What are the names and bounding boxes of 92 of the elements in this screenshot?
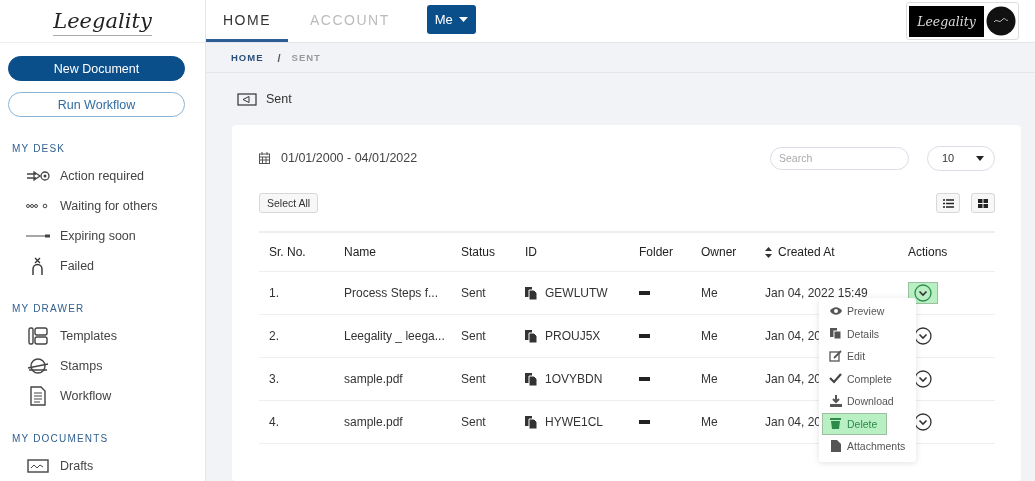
chevron-circle-icon — [914, 327, 932, 345]
breadcrumb-link[interactable]: HOME — [231, 52, 264, 63]
round-logo-icon — [986, 6, 1016, 36]
menu-item[interactable]: Attachments — [822, 435, 913, 458]
list-view-button[interactable] — [936, 193, 960, 213]
sidebar-item[interactable]: Templates — [60, 329, 117, 343]
file-icon — [829, 439, 843, 453]
document-name[interactable]: sample.pdf — [334, 372, 403, 386]
logo: Leegality — [53, 6, 152, 36]
new-document-button[interactable]: New Document — [8, 56, 185, 81]
user-menu-button[interactable]: Me — [426, 5, 476, 34]
chevron-circle-icon — [914, 284, 932, 302]
column-header: ID — [525, 245, 537, 259]
document-name[interactable]: Process Steps f... — [334, 286, 439, 300]
grid-icon — [978, 198, 988, 208]
table-cell-text: Me — [700, 372, 718, 386]
copy-icon — [525, 372, 537, 386]
table-cell-text: Jan 04, 2022 15:49 — [764, 286, 868, 300]
sidebar-item[interactable]: Waiting for others — [60, 199, 158, 213]
copy-icon — [525, 329, 537, 343]
table-cell: PROUJ5X — [545, 329, 601, 343]
menu-item[interactable]: Details — [822, 322, 887, 345]
edit-icon — [829, 349, 843, 363]
dash-icon — [639, 291, 650, 295]
search-field[interactable]: Search — [770, 146, 909, 170]
menu-item[interactable]: Delete — [822, 412, 888, 435]
column-header: Sr. No. — [269, 245, 306, 259]
sidebar-item[interactable]: Drafts — [60, 459, 94, 473]
caret-icon — [976, 155, 984, 161]
table-cell: GEWLUTW — [545, 286, 608, 300]
eye-icon — [829, 304, 843, 318]
sidebar-item[interactable]: Failed — [60, 259, 95, 273]
run-workflow-button[interactable]: Run Workflow — [8, 92, 185, 117]
section-heading: MY DOCUMENTS — [11, 432, 110, 444]
table-cell-text: 1. — [268, 286, 279, 300]
table-cell: 1OVYBDN — [545, 372, 603, 386]
table-cell-text: Me — [700, 415, 718, 429]
dash-icon — [639, 377, 650, 381]
nav-tab[interactable]: HOME — [206, 0, 288, 42]
column-header: Name — [344, 245, 376, 259]
sidebar-item[interactable]: Workflow — [60, 389, 112, 403]
check-icon — [829, 372, 843, 386]
section-heading: MY DRAWER — [11, 302, 86, 314]
sidebar-item[interactable]: Action required — [60, 169, 145, 183]
table-cell-text: Sent — [460, 329, 486, 343]
chevron-circle-icon — [914, 413, 932, 431]
table-cell-text: Me — [700, 286, 718, 300]
sent-icon — [237, 92, 257, 106]
date-range[interactable]: 01/01/2000 - 04/01/2022 — [281, 151, 418, 165]
column-header: Status — [461, 245, 496, 259]
copy-icon — [525, 286, 537, 300]
document-name[interactable]: sample.pdf — [334, 415, 403, 429]
dash-icon — [639, 334, 650, 338]
column-header[interactable]: Created At — [778, 245, 835, 259]
document-name[interactable]: Leegality _ leega... — [334, 329, 445, 343]
breadcrumb-separator: / — [277, 51, 282, 64]
table-cell-text: Sent — [460, 372, 486, 386]
action-icon — [26, 169, 50, 183]
breadcrumb-current: SENT — [291, 52, 321, 63]
logo-text: Leegality — [917, 13, 976, 29]
list-icon — [942, 198, 954, 208]
menu-item[interactable]: Edit — [822, 345, 873, 368]
stamp-icon — [26, 357, 50, 375]
chevron-circle-icon — [914, 370, 932, 388]
column-header: Actions — [908, 245, 948, 259]
table-cell-text: 3. — [268, 372, 279, 386]
templates-icon — [26, 327, 50, 345]
drafts-icon — [26, 458, 50, 474]
column-header: Folder — [639, 245, 673, 259]
caret-icon — [458, 17, 468, 22]
menu-item[interactable]: Preview — [822, 300, 892, 323]
section-heading: MY DESK — [11, 142, 67, 154]
download-icon — [829, 394, 843, 408]
calendar-icon — [259, 152, 270, 164]
sidebar-item[interactable]: Stamps — [60, 359, 103, 373]
copy-icon — [829, 327, 843, 341]
menu-item[interactable]: Download — [822, 390, 901, 413]
trash-icon — [829, 417, 843, 431]
sidebar-item[interactable]: Expiring soon — [60, 229, 136, 243]
select-all-button[interactable]: Select All — [259, 193, 319, 213]
table-cell-text: Me — [700, 329, 718, 343]
table-cell: HYWE1CL — [545, 415, 603, 429]
page-title: Sent — [266, 92, 292, 106]
menu-item[interactable]: Complete — [822, 367, 899, 390]
table-cell-text: Sent — [460, 286, 486, 300]
column-header: Owner — [701, 245, 737, 259]
table-cell-text: 4. — [268, 415, 279, 429]
dash-icon — [639, 420, 650, 424]
table-cell-text: 2. — [268, 329, 279, 343]
grid-view-button[interactable] — [971, 193, 995, 213]
table-cell-text: Sent — [460, 415, 486, 429]
copy-icon — [525, 415, 537, 429]
